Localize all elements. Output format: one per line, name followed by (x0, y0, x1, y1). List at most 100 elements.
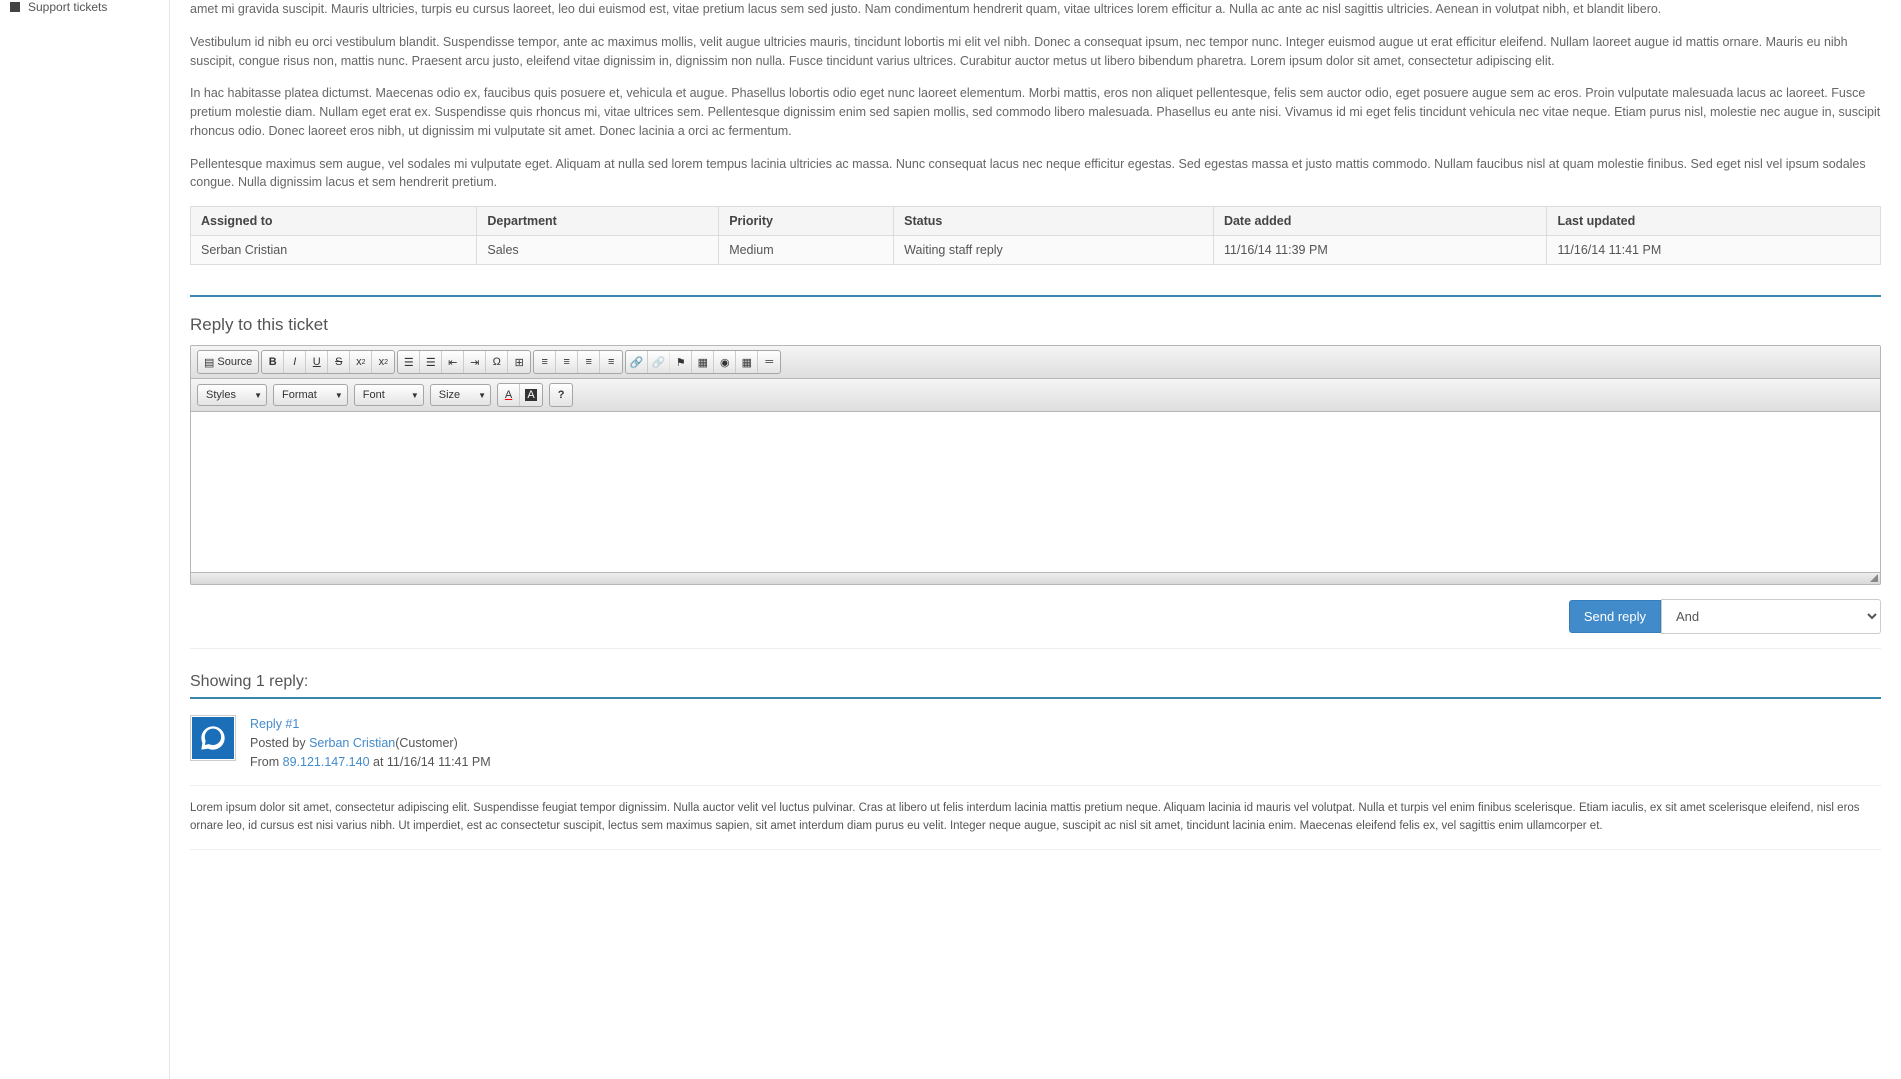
send-reply-button[interactable]: Send reply (1569, 600, 1661, 633)
action-select[interactable]: And (1661, 599, 1881, 634)
editor-textarea[interactable] (191, 412, 1880, 572)
th-department: Department (477, 207, 719, 236)
flag-icon: ⚑ (676, 356, 686, 369)
editor-toolbar-row2: Styles ▼ Format ▼ Font ▼ Size ▼ A A (191, 379, 1880, 412)
indent-icon: ⇥ (470, 356, 479, 369)
italic-button[interactable]: I (284, 351, 306, 373)
main-content: amet mi gravida suscipit. Mauris ultrici… (170, 0, 1901, 1079)
ticket-paragraph: Pellentesque maximus sem augue, vel soda… (190, 155, 1881, 193)
hr-button[interactable]: ═ (758, 351, 780, 373)
reply-meta: Reply #1 Posted by Serban Cristian(Custo… (250, 715, 491, 771)
special-char-button[interactable]: Ω (486, 351, 508, 373)
ticket-paragraph: amet mi gravida suscipit. Mauris ultrici… (190, 0, 1881, 19)
ticket-paragraph: Vestibulum id nibh eu orci vestibulum bl… (190, 33, 1881, 71)
outdent-icon: ⇤ (448, 356, 457, 369)
replies-title: Showing 1 reply: (190, 673, 1881, 691)
format-select[interactable]: Format ▼ (273, 384, 348, 406)
subscript-button[interactable]: x2 (350, 351, 372, 373)
align-left-button[interactable]: ≡ (534, 351, 556, 373)
align-center-button[interactable]: ≡ (556, 351, 578, 373)
avatar (190, 715, 236, 761)
anchor-button[interactable]: ⚑ (670, 351, 692, 373)
th-last-updated: Last updated (1547, 207, 1881, 236)
align-justify-button[interactable]: ≡ (600, 351, 622, 373)
link-icon: 🔗 (630, 356, 644, 369)
outdent-button[interactable]: ⇤ (442, 351, 464, 373)
editor-resize-handle[interactable] (191, 572, 1880, 584)
unlink-icon: 🔗 (652, 356, 666, 369)
link-button[interactable]: 🔗 (626, 351, 648, 373)
reply-actions: Send reply And (190, 585, 1881, 649)
sidebar: Support tickets (0, 0, 170, 1079)
reply-item: Reply #1 Posted by Serban Cristian(Custo… (190, 705, 1881, 786)
editor-toolbar-row1: ▤ Source B I U S x2 x2 ☰ ☰ ⇤ ⇥ (191, 346, 1880, 379)
styles-select[interactable]: Styles ▼ (197, 384, 267, 406)
globe-icon: ◉ (720, 356, 730, 369)
reply-author-link[interactable]: Serban Cristian (309, 736, 395, 750)
text-color-icon: A (505, 389, 512, 401)
omega-icon: Ω (493, 356, 501, 368)
rich-text-editor: ▤ Source B I U S x2 x2 ☰ ☰ ⇤ ⇥ (190, 345, 1881, 585)
help-button[interactable]: ? (550, 384, 572, 406)
divider (190, 295, 1881, 297)
ticket-meta-table: Assigned to Department Priority Status D… (190, 206, 1881, 265)
td-last-updated: 11/16/14 11:41 PM (1547, 236, 1881, 265)
bg-color-icon: A (525, 389, 536, 401)
divider (190, 697, 1881, 699)
blockquote-icon: ⊞ (515, 356, 524, 369)
td-department: Sales (477, 236, 719, 265)
reply-link[interactable]: Reply #1 (250, 717, 299, 731)
image-button[interactable]: ▦ (692, 351, 714, 373)
embed-button[interactable]: ◉ (714, 351, 736, 373)
th-priority: Priority (719, 207, 894, 236)
size-select[interactable]: Size ▼ (430, 384, 491, 406)
strike-button[interactable]: S (328, 351, 350, 373)
source-icon: ▤ (204, 356, 214, 369)
table-button[interactable]: ▦ (736, 351, 758, 373)
bulleted-list-button[interactable]: ☰ (420, 351, 442, 373)
bold-button[interactable]: B (262, 351, 284, 373)
td-date-added: 11/16/14 11:39 PM (1213, 236, 1547, 265)
blockquote-button[interactable]: ⊞ (508, 351, 530, 373)
superscript-button[interactable]: x2 (372, 351, 394, 373)
text-color-button[interactable]: A (498, 384, 520, 406)
numbered-list-icon: ☰ (404, 356, 414, 369)
align-center-icon: ≡ (564, 356, 570, 368)
bulleted-list-icon: ☰ (426, 356, 436, 369)
chevron-down-icon: ▼ (335, 391, 343, 400)
indent-button[interactable]: ⇥ (464, 351, 486, 373)
th-date-added: Date added (1213, 207, 1547, 236)
chevron-down-icon: ▼ (411, 391, 419, 400)
align-right-icon: ≡ (586, 356, 592, 368)
reply-ip-link[interactable]: 89.121.147.140 (283, 755, 370, 769)
font-select[interactable]: Font ▼ (354, 384, 424, 406)
ticket-paragraph: In hac habitasse platea dictumst. Maecen… (190, 84, 1881, 140)
numbered-list-button[interactable]: ☰ (398, 351, 420, 373)
divider (190, 849, 1881, 850)
ticket-body: amet mi gravida suscipit. Mauris ultrici… (190, 0, 1881, 192)
td-assigned-to: Serban Cristian (191, 236, 477, 265)
align-right-button[interactable]: ≡ (578, 351, 600, 373)
sidebar-item-label: Support tickets (28, 0, 107, 14)
bg-color-button[interactable]: A (520, 384, 542, 406)
td-status: Waiting staff reply (894, 236, 1214, 265)
avatar-icon (192, 717, 234, 759)
help-icon: ? (558, 389, 565, 401)
hr-icon: ═ (765, 356, 773, 368)
source-button[interactable]: ▤ Source (198, 351, 258, 373)
reply-content: Lorem ipsum dolor sit amet, consectetur … (190, 786, 1881, 849)
underline-button[interactable]: U (306, 351, 328, 373)
table-icon: ▦ (742, 356, 752, 369)
chevron-down-icon: ▼ (478, 391, 486, 400)
align-left-icon: ≡ (542, 356, 548, 368)
chevron-down-icon: ▼ (254, 391, 262, 400)
table-row: Serban Cristian Sales Medium Waiting sta… (191, 236, 1881, 265)
align-justify-icon: ≡ (608, 356, 614, 368)
sidebar-item-support-tickets[interactable]: Support tickets (0, 0, 169, 24)
td-priority: Medium (719, 236, 894, 265)
image-icon: ▦ (698, 356, 708, 369)
th-status: Status (894, 207, 1214, 236)
reply-section-title: Reply to this ticket (190, 315, 1881, 335)
ticket-icon (10, 2, 20, 12)
unlink-button[interactable]: 🔗 (648, 351, 670, 373)
